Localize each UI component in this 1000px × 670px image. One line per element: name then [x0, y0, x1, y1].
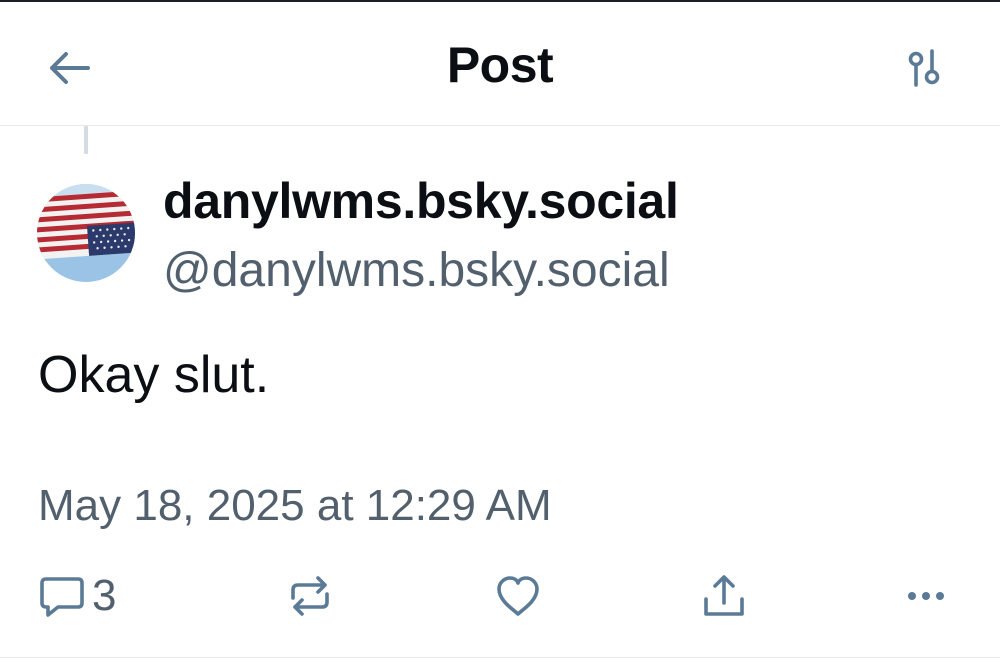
more-options-button[interactable] [902, 570, 950, 622]
author-handle[interactable]: @danylwms.bsky.social [163, 243, 670, 298]
thread-connector-line [84, 126, 88, 154]
speech-bubble-icon [40, 577, 84, 617]
thread-options-button[interactable] [895, 42, 953, 94]
share-upload-icon [704, 575, 744, 616]
top-navigation-bar: Post [0, 2, 1000, 126]
reply-count: 3 [92, 571, 117, 620]
upside-down-us-flag-image [37, 184, 135, 282]
bottom-divider [0, 657, 1000, 658]
avatar[interactable] [37, 184, 135, 282]
page-title: Post [446, 37, 554, 93]
heart-icon [497, 576, 539, 616]
repost-arrows-icon [291, 576, 329, 616]
repost-button[interactable] [285, 570, 335, 622]
share-button[interactable] [700, 570, 748, 622]
post-text: Okay slut. [38, 346, 270, 404]
ellipsis-icon [908, 592, 944, 600]
like-button[interactable] [494, 570, 542, 622]
author-display-name[interactable]: danylwms.bsky.social [163, 172, 679, 230]
sliders-icon [908, 49, 940, 87]
reply-button[interactable]: 3 [38, 570, 116, 622]
post-timestamp: May 18, 2025 at 12:29 AM [38, 481, 552, 530]
